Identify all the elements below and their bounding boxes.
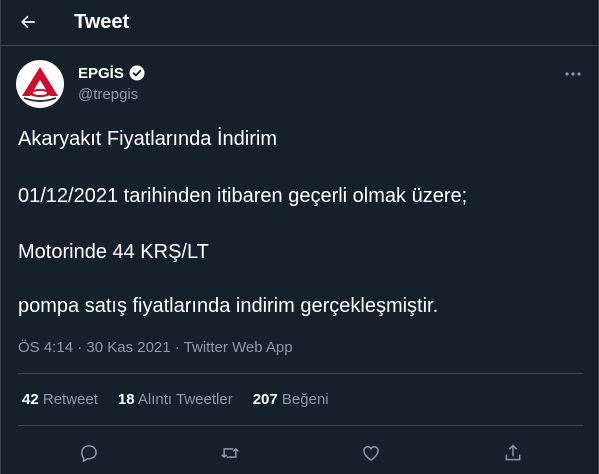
header: Tweet [1, 0, 599, 46]
quote-count: 18 [117, 391, 135, 408]
back-button[interactable] [11, 5, 45, 39]
reply-icon [79, 443, 99, 463]
quote-label: Alıntı Tweetler [137, 391, 233, 408]
tweet-text-line: 01/12/2021 tarihinden itibaren geçerli o… [18, 185, 468, 207]
more-icon [564, 71, 582, 77]
divider [18, 373, 583, 374]
retweet-button[interactable] [213, 436, 247, 470]
like-stat[interactable]: 207 Beğeni [253, 391, 329, 408]
tweet-detail-page: Tweet EPGİS @trepgis Akaryakıt Fiyatları… [0, 0, 599, 474]
tweet-text-line: pompa satış fiyatlarında indirim gerçekl… [18, 295, 439, 317]
retweet-label: Retweet [42, 391, 98, 408]
verified-badge-icon [128, 64, 146, 82]
heart-icon [361, 443, 381, 463]
retweet-stat[interactable]: 42 Retweet [22, 391, 98, 408]
more-button[interactable] [558, 62, 588, 86]
tweet-text-line: Motorinde 44 KRŞ/LT [18, 241, 209, 263]
tweet-meta[interactable]: ÖS 4:14 · 30 Kas 2021 · Twitter Web App [18, 339, 293, 356]
like-count: 207 [252, 391, 278, 408]
epgis-logo-icon [16, 60, 64, 108]
retweet-icon [219, 443, 241, 463]
like-button[interactable] [354, 436, 388, 470]
page-title: Tweet [74, 11, 130, 33]
tweet-text-line: Akaryakıt Fiyatlarında İndirim [18, 128, 277, 150]
reply-button[interactable] [72, 436, 106, 470]
divider [18, 425, 583, 426]
quote-stat[interactable]: 18 Alıntı Tweetler [118, 391, 233, 408]
share-button[interactable] [496, 436, 530, 470]
like-label: Beğeni [281, 391, 329, 408]
author-name-text: EPGİS [78, 64, 124, 82]
arrow-left-icon [18, 12, 38, 32]
retweet-count: 42 [22, 391, 39, 408]
share-icon [503, 443, 523, 463]
avatar[interactable] [16, 60, 64, 108]
engagement-stats: 42 Retweet 18 Alıntı Tweetler 207 Beğeni [22, 391, 329, 408]
author-name[interactable]: EPGİS [78, 64, 146, 82]
author-handle[interactable]: @trepgis [78, 86, 138, 103]
